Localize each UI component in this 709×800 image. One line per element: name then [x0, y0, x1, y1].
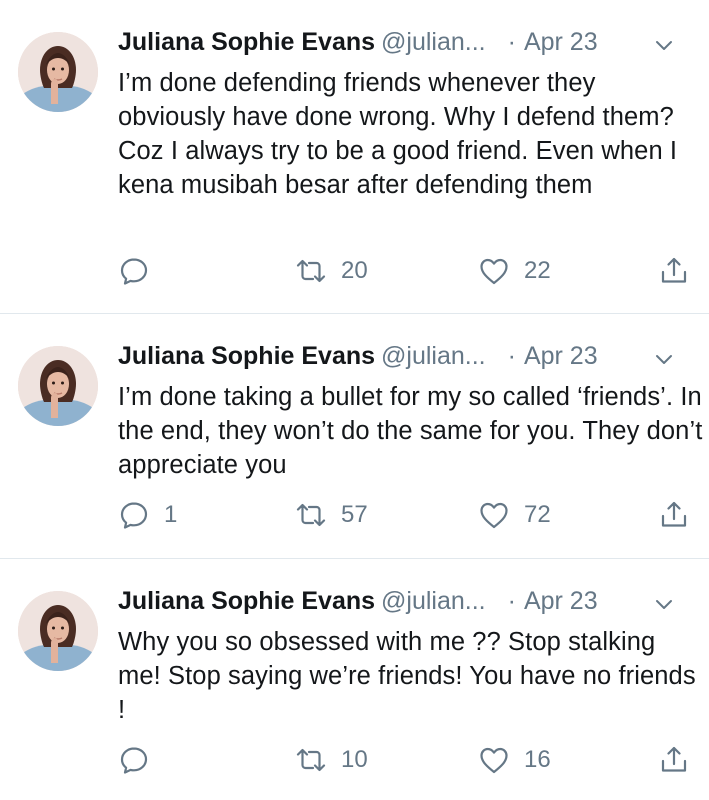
tweet-header: Juliana Sophie Evans @julian... · Apr 23 [118, 342, 693, 378]
tweet-text: Why you so obsessed with me ?? Stop stal… [118, 628, 696, 724]
tweet-text: I’m done defending friends whenever they… [118, 69, 678, 199]
avatar[interactable] [18, 346, 98, 426]
reply-icon [118, 744, 150, 776]
tweet-text: I’m done taking a bullet for my so calle… [118, 383, 703, 479]
tweet-timeline: Juliana Sophie Evans @julian... · Apr 23 I’… [0, 0, 709, 800]
heart-icon [478, 255, 510, 287]
avatar[interactable] [18, 591, 98, 671]
avatar-photo [18, 346, 98, 426]
tweet-header: Juliana Sophie Evans @julian... · Apr 23 [118, 28, 693, 64]
tweet[interactable]: Juliana Sophie Evans @julian... · Apr 23 I’… [0, 0, 709, 313]
tweet-date[interactable]: Apr 23 [524, 342, 598, 370]
avatar-photo [18, 591, 98, 671]
author-name[interactable]: Juliana Sophie Evans [118, 587, 375, 615]
separator-dot: · [507, 342, 516, 370]
author-name[interactable]: Juliana Sophie Evans [118, 28, 375, 56]
heart-icon [478, 744, 510, 776]
share-icon [658, 255, 690, 287]
retweet-button[interactable]: 20 [295, 253, 368, 289]
share-icon [658, 744, 690, 776]
avatar[interactable] [18, 32, 98, 112]
like-count: 72 [524, 501, 551, 528]
author-name[interactable]: Juliana Sophie Evans [118, 342, 375, 370]
separator-dot: · [507, 587, 516, 615]
share-button[interactable] [658, 253, 690, 289]
like-button[interactable]: 16 [478, 742, 551, 778]
chevron-down-icon[interactable] [653, 593, 675, 615]
tweet[interactable]: Juliana Sophie Evans @julian... · Apr 23 I’… [0, 314, 709, 558]
author-handle[interactable]: @julian... [381, 28, 486, 56]
tweet-actions: 20 22 [118, 253, 709, 289]
retweet-count: 10 [341, 746, 368, 773]
retweet-icon [295, 499, 327, 531]
reply-button[interactable] [118, 742, 164, 778]
like-button[interactable]: 22 [478, 253, 551, 289]
author-handle[interactable]: @julian... [381, 587, 486, 615]
retweet-count: 20 [341, 257, 368, 284]
tweet-actions: 1 57 72 [118, 497, 709, 533]
author-handle[interactable]: @julian... [381, 342, 486, 370]
tweet-date[interactable]: Apr 23 [524, 28, 598, 56]
chevron-down-icon[interactable] [653, 348, 675, 370]
chevron-down-icon[interactable] [653, 34, 675, 56]
share-button[interactable] [658, 742, 690, 778]
tweet-header: Juliana Sophie Evans @julian... · Apr 23 [118, 587, 693, 623]
retweet-icon [295, 255, 327, 287]
like-count: 22 [524, 257, 551, 284]
reply-count: 1 [164, 501, 178, 528]
separator-dot: · [507, 28, 516, 56]
tweet[interactable]: Juliana Sophie Evans @julian... · Apr 23 Wh… [0, 559, 709, 800]
reply-icon [118, 499, 150, 531]
avatar-photo [18, 32, 98, 112]
tweet-date[interactable]: Apr 23 [524, 587, 598, 615]
retweet-button[interactable]: 10 [295, 742, 368, 778]
heart-icon [478, 499, 510, 531]
retweet-count: 57 [341, 501, 368, 528]
tweet-actions: 10 16 [118, 742, 709, 778]
share-button[interactable] [658, 497, 690, 533]
retweet-button[interactable]: 57 [295, 497, 368, 533]
like-button[interactable]: 72 [478, 497, 551, 533]
reply-icon [118, 255, 150, 287]
reply-button[interactable]: 1 [118, 497, 177, 533]
like-count: 16 [524, 746, 551, 773]
share-icon [658, 499, 690, 531]
retweet-icon [295, 744, 327, 776]
reply-button[interactable] [118, 253, 164, 289]
